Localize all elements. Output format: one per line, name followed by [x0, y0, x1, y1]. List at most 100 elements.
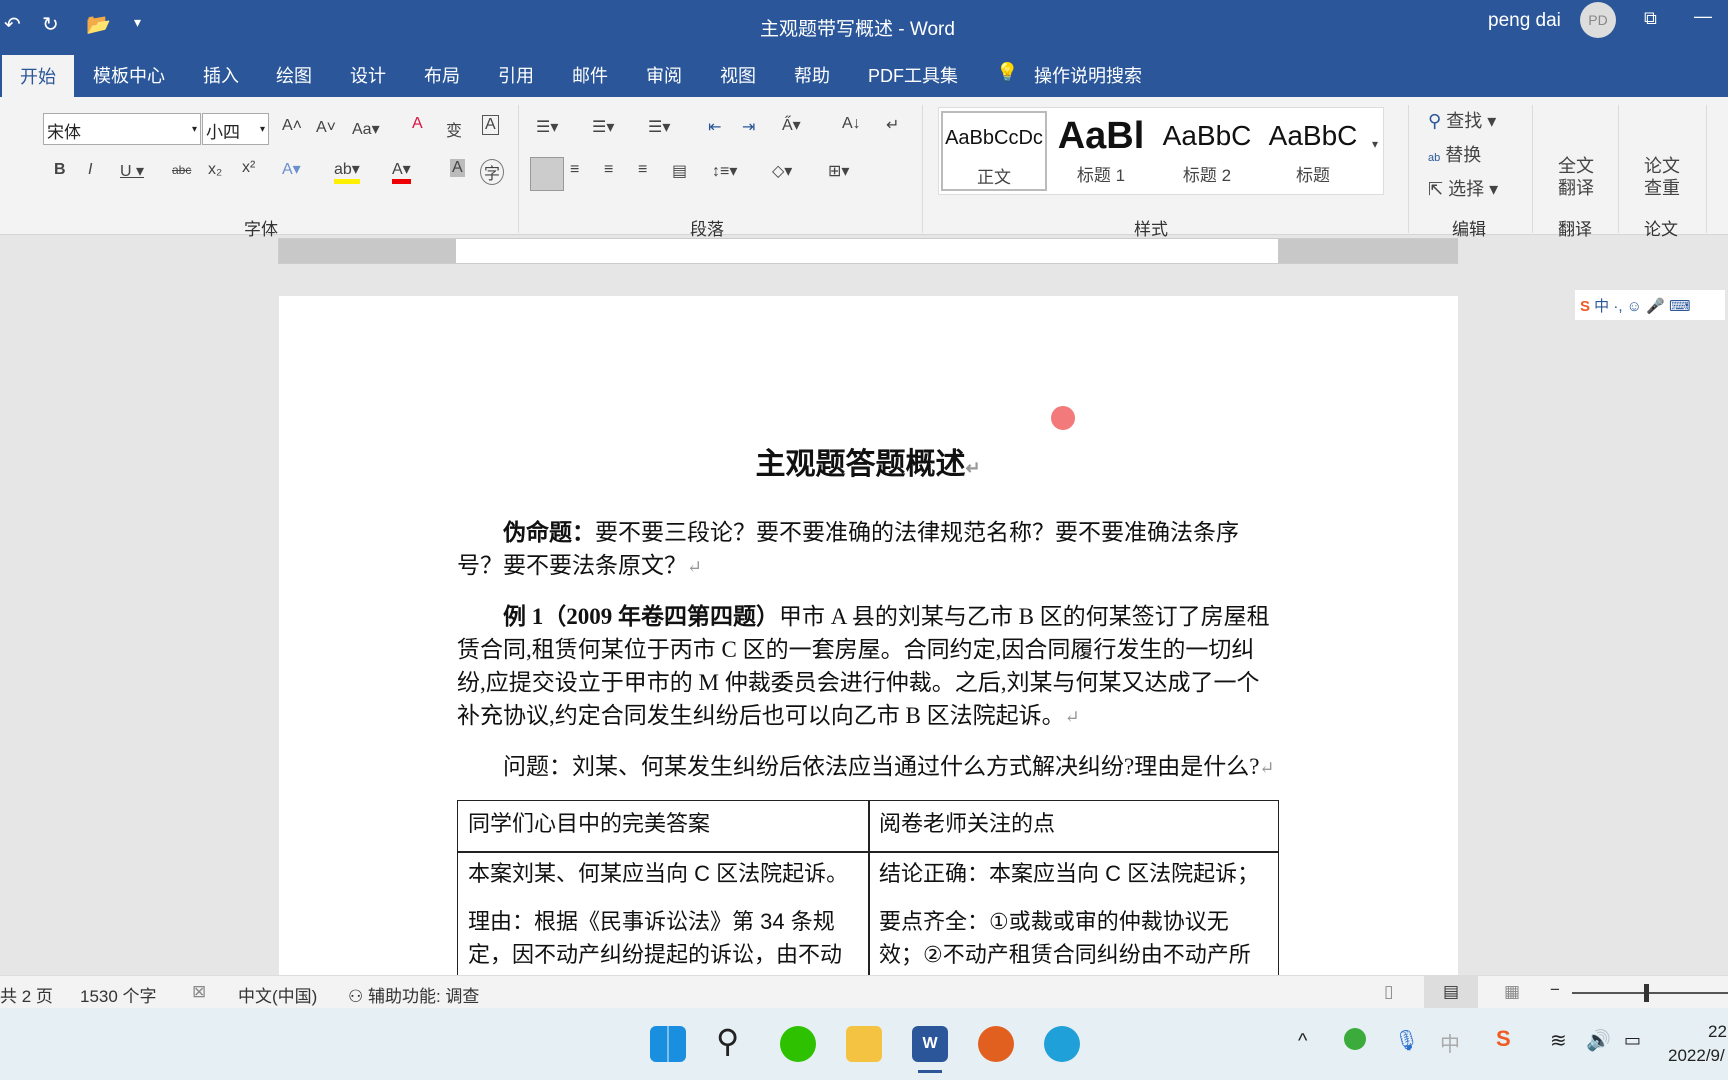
tab-templates[interactable]: 模板中心 [93, 62, 165, 88]
print-layout-icon[interactable]: ▤ [1424, 976, 1478, 1009]
customize-toolbar-icon[interactable]: ▾ [134, 14, 141, 31]
paper-check-button[interactable]: 论文查重 [1644, 155, 1684, 199]
text-effects-icon[interactable]: A▾ [282, 159, 301, 179]
font-name-select[interactable]: 宋体 ▾ [43, 113, 201, 145]
bold-icon[interactable]: B [54, 161, 66, 179]
italic-icon[interactable]: I [88, 161, 92, 179]
bullets-icon[interactable]: ☰▾ [536, 117, 558, 137]
avatar[interactable]: PD [1580, 2, 1616, 38]
tab-pdf-tools[interactable]: PDF工具集 [868, 62, 958, 88]
align-right-icon[interactable]: ≡ [604, 161, 613, 179]
file-explorer-icon[interactable] [846, 1026, 882, 1062]
zoom-out-icon[interactable]: − [1550, 980, 1560, 1000]
char-border-icon[interactable]: A [482, 115, 499, 135]
clear-format-icon[interactable]: A [412, 115, 423, 133]
tab-design[interactable]: 设计 [350, 62, 386, 88]
distributed-icon[interactable]: ▤ [672, 161, 687, 181]
style-title[interactable]: AaBbC 标题 [1260, 111, 1366, 191]
line-spacing-icon[interactable]: ↕≡▾ [712, 161, 737, 181]
clock-time[interactable]: 22 [1708, 1022, 1727, 1042]
redo-icon[interactable]: ↻ [42, 12, 59, 37]
justify-icon[interactable]: ≡ [638, 161, 647, 179]
tab-help[interactable]: 帮助 [794, 62, 830, 88]
borders-icon[interactable]: ⊞▾ [828, 161, 849, 181]
tab-references[interactable]: 引用 [498, 62, 534, 88]
tab-draw[interactable]: 绘图 [276, 62, 312, 88]
zoom-slider[interactable] [1572, 992, 1728, 994]
tab-review[interactable]: 审阅 [646, 62, 682, 88]
undo-icon[interactable]: ↶ [4, 12, 21, 37]
search-icon[interactable]: ⚲ [716, 1022, 739, 1060]
increase-indent-icon[interactable]: ⇥ [742, 117, 755, 137]
subscript-icon[interactable]: x₂ [208, 161, 222, 179]
web-layout-icon[interactable]: ▦ [1504, 982, 1520, 1002]
tab-mailings[interactable]: 邮件 [572, 62, 608, 88]
tab-layout[interactable]: 布局 [424, 62, 460, 88]
multilevel-list-icon[interactable]: ☰▾ [648, 117, 670, 137]
decrease-indent-icon[interactable]: ⇤ [708, 117, 721, 137]
style-normal[interactable]: AaBbCcDc 正文 [941, 111, 1047, 191]
app-icon[interactable] [978, 1026, 1014, 1062]
numbering-icon[interactable]: ☰▾ [592, 117, 614, 137]
sogou-icon[interactable]: S [1496, 1026, 1511, 1052]
user-name[interactable]: peng dai [1488, 10, 1561, 32]
style-heading-1[interactable]: AaBl 标题 1 [1048, 111, 1154, 191]
word-icon[interactable]: W [912, 1026, 948, 1062]
full-translate-button[interactable]: 全文翻译 [1558, 155, 1598, 199]
accessibility-status[interactable]: ⚇ 辅助功能: 调查 [348, 982, 479, 1007]
find-button[interactable]: ⚲ 查找 ▾ [1428, 107, 1496, 133]
chevron-up-icon[interactable]: ^ [1298, 1030, 1307, 1053]
highlight-icon[interactable]: ab▾ [334, 159, 360, 184]
zoom-slider-thumb[interactable] [1644, 984, 1649, 1002]
shading-icon[interactable]: ◇▾ [772, 161, 792, 181]
superscript-icon[interactable]: x² [242, 159, 255, 177]
font-size-select[interactable]: 小四 ▾ [202, 113, 269, 145]
strikethrough-icon[interactable]: abc [172, 163, 191, 177]
language[interactable]: 中文(中国) [238, 982, 317, 1007]
tab-view[interactable]: 视图 [720, 62, 756, 88]
start-icon[interactable] [650, 1026, 686, 1062]
open-folder-icon[interactable]: 📂 [86, 12, 111, 37]
replace-button[interactable]: ab 替换 [1428, 141, 1481, 167]
align-left-icon[interactable] [530, 157, 564, 191]
document-page[interactable]: 主观题答题概述↵ 伪命题：要不要三段论？要不要准确的法律规范名称？要不要准确法条… [279, 296, 1458, 990]
style-label: 正文 [977, 168, 1011, 187]
styles-group-label: 样式 [1134, 220, 1168, 239]
char-shading-icon[interactable]: A [450, 159, 465, 177]
page-count[interactable]: 共 2 页 [0, 982, 53, 1007]
word-count[interactable]: 1530 个字 [80, 982, 157, 1007]
ime-toolbar[interactable]: S 中 ·, ☺ 🎤 ⌨ [1575, 290, 1725, 320]
ime-icon[interactable]: 中 [1440, 1028, 1460, 1057]
ribbon-display-icon[interactable]: ⧉ [1644, 8, 1657, 29]
styles-more-icon[interactable]: ▾ [1372, 137, 1378, 151]
asian-layout-icon[interactable]: A̋▾ [782, 115, 801, 135]
ribbon: 宋体 ▾ 小四 ▾ A˄ A˅ Aa▾ A 变 A B I U ▾ abc x₂ x… [0, 97, 1728, 239]
change-case-icon[interactable]: Aa▾ [352, 119, 380, 139]
font-color-icon[interactable]: A▾ [392, 159, 411, 184]
tell-me-search[interactable]: 操作说明搜索 [1034, 62, 1142, 88]
shrink-font-icon[interactable]: A˅ [316, 119, 336, 137]
tab-home[interactable]: 开始 [2, 55, 74, 103]
horizontal-ruler[interactable] [278, 238, 1458, 264]
wechat-icon[interactable] [780, 1026, 816, 1062]
align-center-icon[interactable]: ≡ [570, 161, 579, 179]
tray-app-icon[interactable] [1344, 1028, 1366, 1050]
microphone-icon[interactable]: 🎙 [1394, 1028, 1419, 1053]
sort-icon[interactable]: A↓ [842, 115, 861, 133]
proofing-icon[interactable]: ⊠ [192, 982, 206, 1002]
underline-icon[interactable]: U ▾ [120, 161, 144, 181]
minimize-icon[interactable]: — [1694, 6, 1712, 27]
clock-date[interactable]: 2022/9/ [1668, 1046, 1725, 1066]
phonetic-guide-icon[interactable]: 变 [446, 117, 462, 141]
edge-icon[interactable] [1044, 1026, 1080, 1062]
grow-font-icon[interactable]: A˄ [282, 117, 302, 135]
volume-icon[interactable]: 🔊 [1586, 1028, 1611, 1053]
style-heading-2[interactable]: AaBbC 标题 2 [1154, 111, 1260, 191]
wifi-icon[interactable]: ≋ [1550, 1028, 1567, 1053]
battery-icon[interactable]: ▭ [1624, 1030, 1641, 1051]
read-mode-icon[interactable]: ▯ [1384, 982, 1393, 1002]
show-marks-icon[interactable]: ↵ [886, 115, 899, 135]
enclose-char-icon[interactable]: 字 [480, 159, 505, 185]
tab-insert[interactable]: 插入 [203, 62, 239, 88]
select-button[interactable]: ⇱ 选择 ▾ [1428, 175, 1498, 201]
